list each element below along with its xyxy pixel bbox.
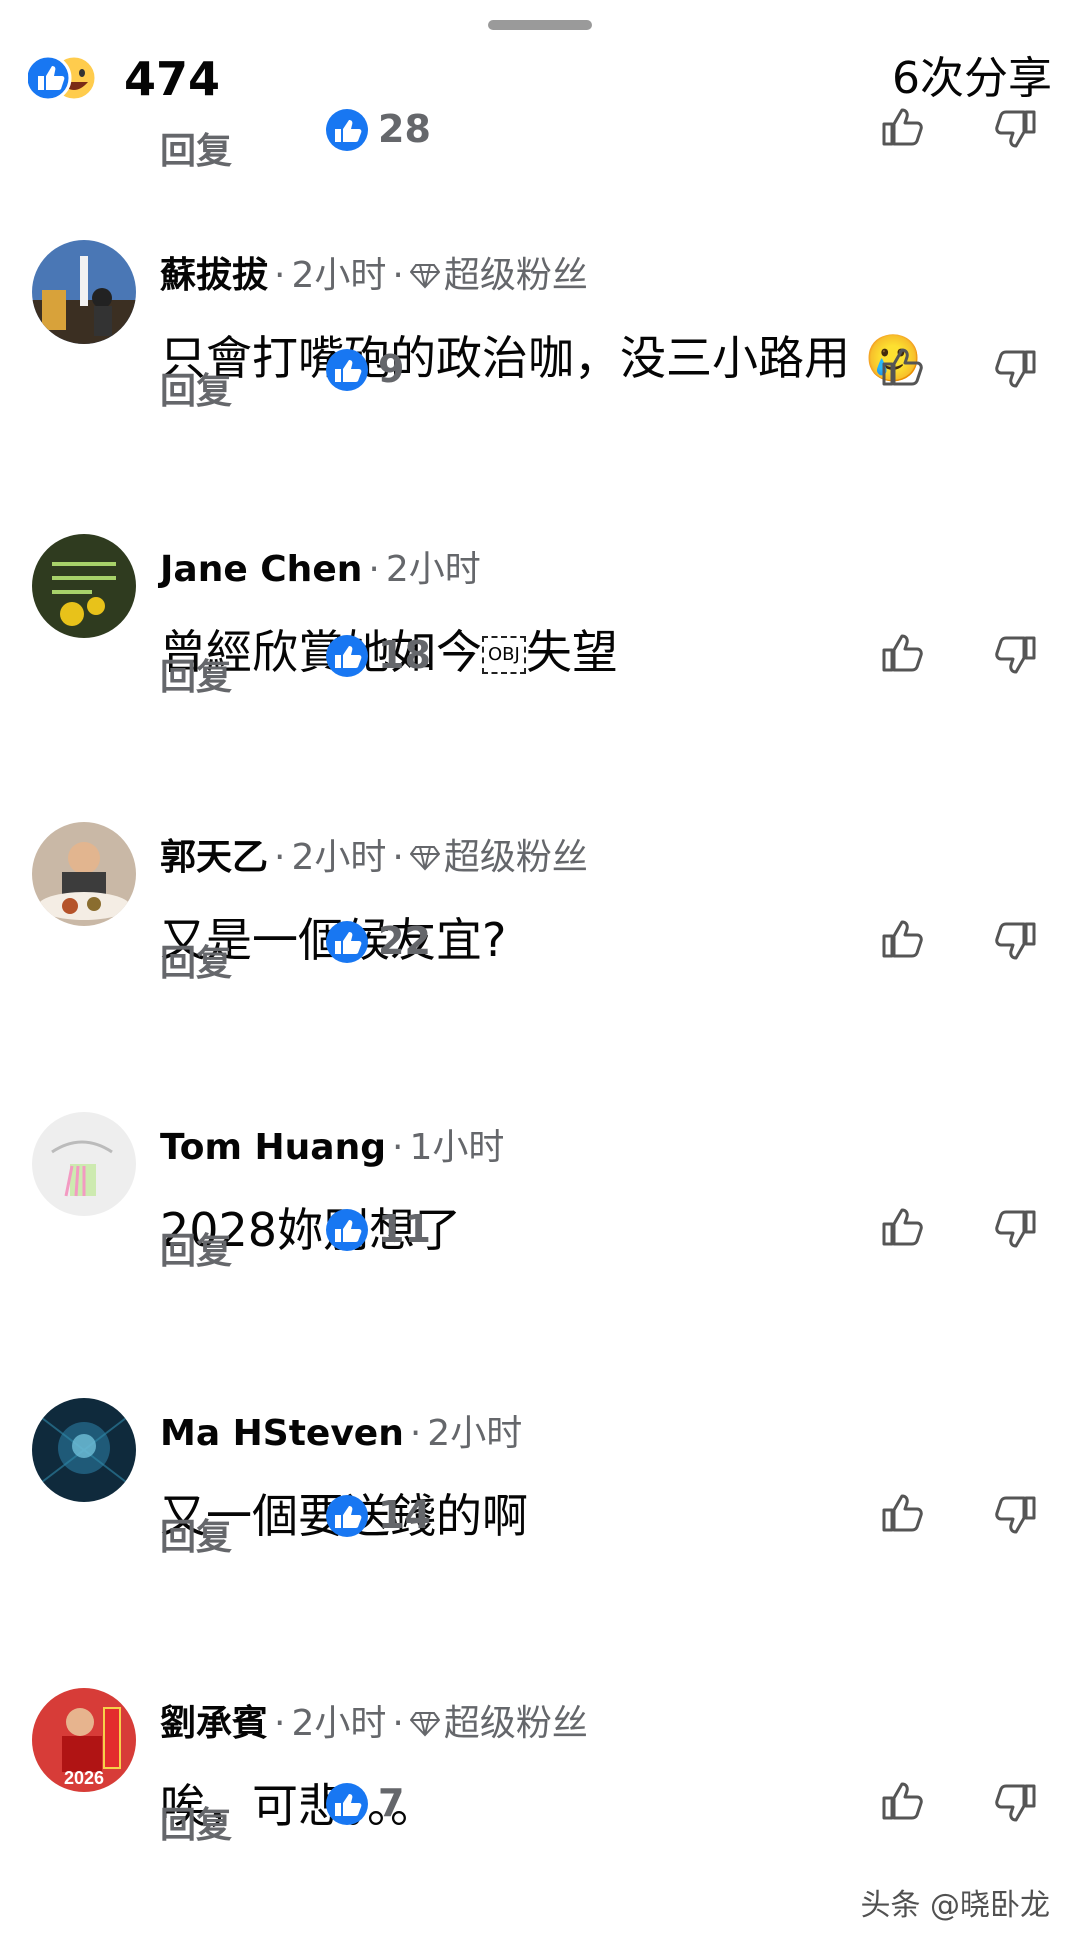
reply-button[interactable]: 回复 (160, 648, 232, 700)
comment-author[interactable]: Jane Chen (160, 549, 362, 590)
reply-button[interactable]: 回复 (160, 1796, 232, 1848)
like-badge-icon (326, 109, 368, 151)
reaction-count: 474 (124, 52, 221, 106)
super-fan-badge: 超级粉丝 (443, 255, 588, 296)
dislike-icon[interactable] (992, 346, 1040, 394)
comment-author[interactable]: 劉承賓 (160, 1703, 268, 1744)
like-icon[interactable] (878, 1488, 926, 1536)
like-count: 9 (378, 347, 405, 391)
reply-button[interactable]: 回复 (160, 362, 232, 414)
like-count: 18 (378, 633, 431, 677)
like-badge-icon (326, 635, 368, 677)
like-icon[interactable] (878, 914, 926, 962)
reply-button[interactable]: 回复 (160, 122, 232, 174)
comment-author[interactable]: 郭天乙 (160, 837, 268, 878)
avatar[interactable] (32, 1112, 136, 1216)
like-badge-icon (326, 921, 368, 963)
like-badge-icon (326, 1783, 368, 1825)
like-icon[interactable] (878, 1202, 926, 1250)
drag-handle[interactable] (488, 20, 592, 30)
diamond-icon (409, 846, 440, 871)
like-count: 7 (378, 1781, 405, 1825)
avatar[interactable] (32, 534, 136, 638)
super-fan-badge: 超级粉丝 (443, 1703, 588, 1744)
reply-button[interactable]: 回复 (160, 1222, 232, 1274)
reply-row: 回复 11 (0, 1206, 1080, 1278)
reply-row: 回复 22 (0, 918, 1080, 990)
dislike-icon[interactable] (992, 1206, 1040, 1254)
reply-row: 回复 28 (0, 106, 1080, 178)
super-fan-badge: 超级粉丝 (443, 837, 588, 878)
comment-time: 2小时 (291, 1703, 387, 1744)
reply-row: 回复 7 (0, 1780, 1080, 1852)
avatar[interactable]: 2026 (32, 1688, 136, 1792)
reply-row: 回复 9 (0, 346, 1080, 418)
comment-author[interactable]: Tom Huang (160, 1127, 386, 1168)
comment-author[interactable]: 蘇拔拔 (160, 255, 268, 296)
comment-meta: Ma HSteven · 2小时 (160, 1413, 523, 1454)
diamond-icon (409, 1712, 440, 1737)
dislike-icon[interactable] (992, 1492, 1040, 1540)
comment-time: 1小时 (409, 1127, 505, 1168)
like-count: 14 (378, 1493, 431, 1537)
comment-meta: 蘇拔拔 · 2小时 · 超级粉丝 (160, 255, 588, 296)
comment-author[interactable]: Ma HSteven (160, 1413, 404, 1454)
like-badge-icon (326, 1495, 368, 1537)
reply-row: 回复 18 (0, 632, 1080, 704)
avatar[interactable] (32, 822, 136, 926)
dislike-icon[interactable] (992, 918, 1040, 966)
reply-row: 回复 14 (0, 1492, 1080, 1564)
like-count: 22 (378, 919, 431, 963)
comment-meta: Tom Huang · 1小时 (160, 1127, 505, 1168)
reply-button[interactable]: 回复 (160, 934, 232, 986)
reaction-icons[interactable] (28, 54, 118, 102)
like-icon[interactable] (878, 342, 926, 390)
like-icon[interactable] (878, 102, 926, 150)
like-badge-icon (326, 349, 368, 391)
post-summary-bar: 474 6次分享 (28, 50, 1052, 110)
like-count: 28 (378, 107, 431, 151)
like-badge-icon (326, 1209, 368, 1251)
avatar[interactable] (32, 240, 136, 344)
share-count[interactable]: 6次分享 (892, 50, 1052, 108)
comment-meta: 劉承賓 · 2小时 · 超级粉丝 (160, 1703, 588, 1744)
like-icon[interactable] (878, 628, 926, 676)
dislike-icon[interactable] (992, 1780, 1040, 1828)
like-count: 11 (378, 1207, 431, 1251)
comment-time: 2小时 (427, 1413, 523, 1454)
dislike-icon[interactable] (992, 632, 1040, 680)
reply-button[interactable]: 回复 (160, 1508, 232, 1560)
comment-meta: 郭天乙 · 2小时 · 超级粉丝 (160, 837, 588, 878)
comment-meta: Jane Chen · 2小时 (160, 549, 481, 590)
avatar[interactable] (32, 1398, 136, 1502)
comment-time: 2小时 (291, 837, 387, 878)
like-icon[interactable] (878, 1776, 926, 1824)
comment-time: 2小时 (291, 255, 387, 296)
dislike-icon[interactable] (992, 106, 1040, 154)
watermark: 头条 @晓卧龙 (860, 1888, 1050, 1923)
diamond-icon (409, 264, 440, 289)
comment-time: 2小时 (385, 549, 481, 590)
